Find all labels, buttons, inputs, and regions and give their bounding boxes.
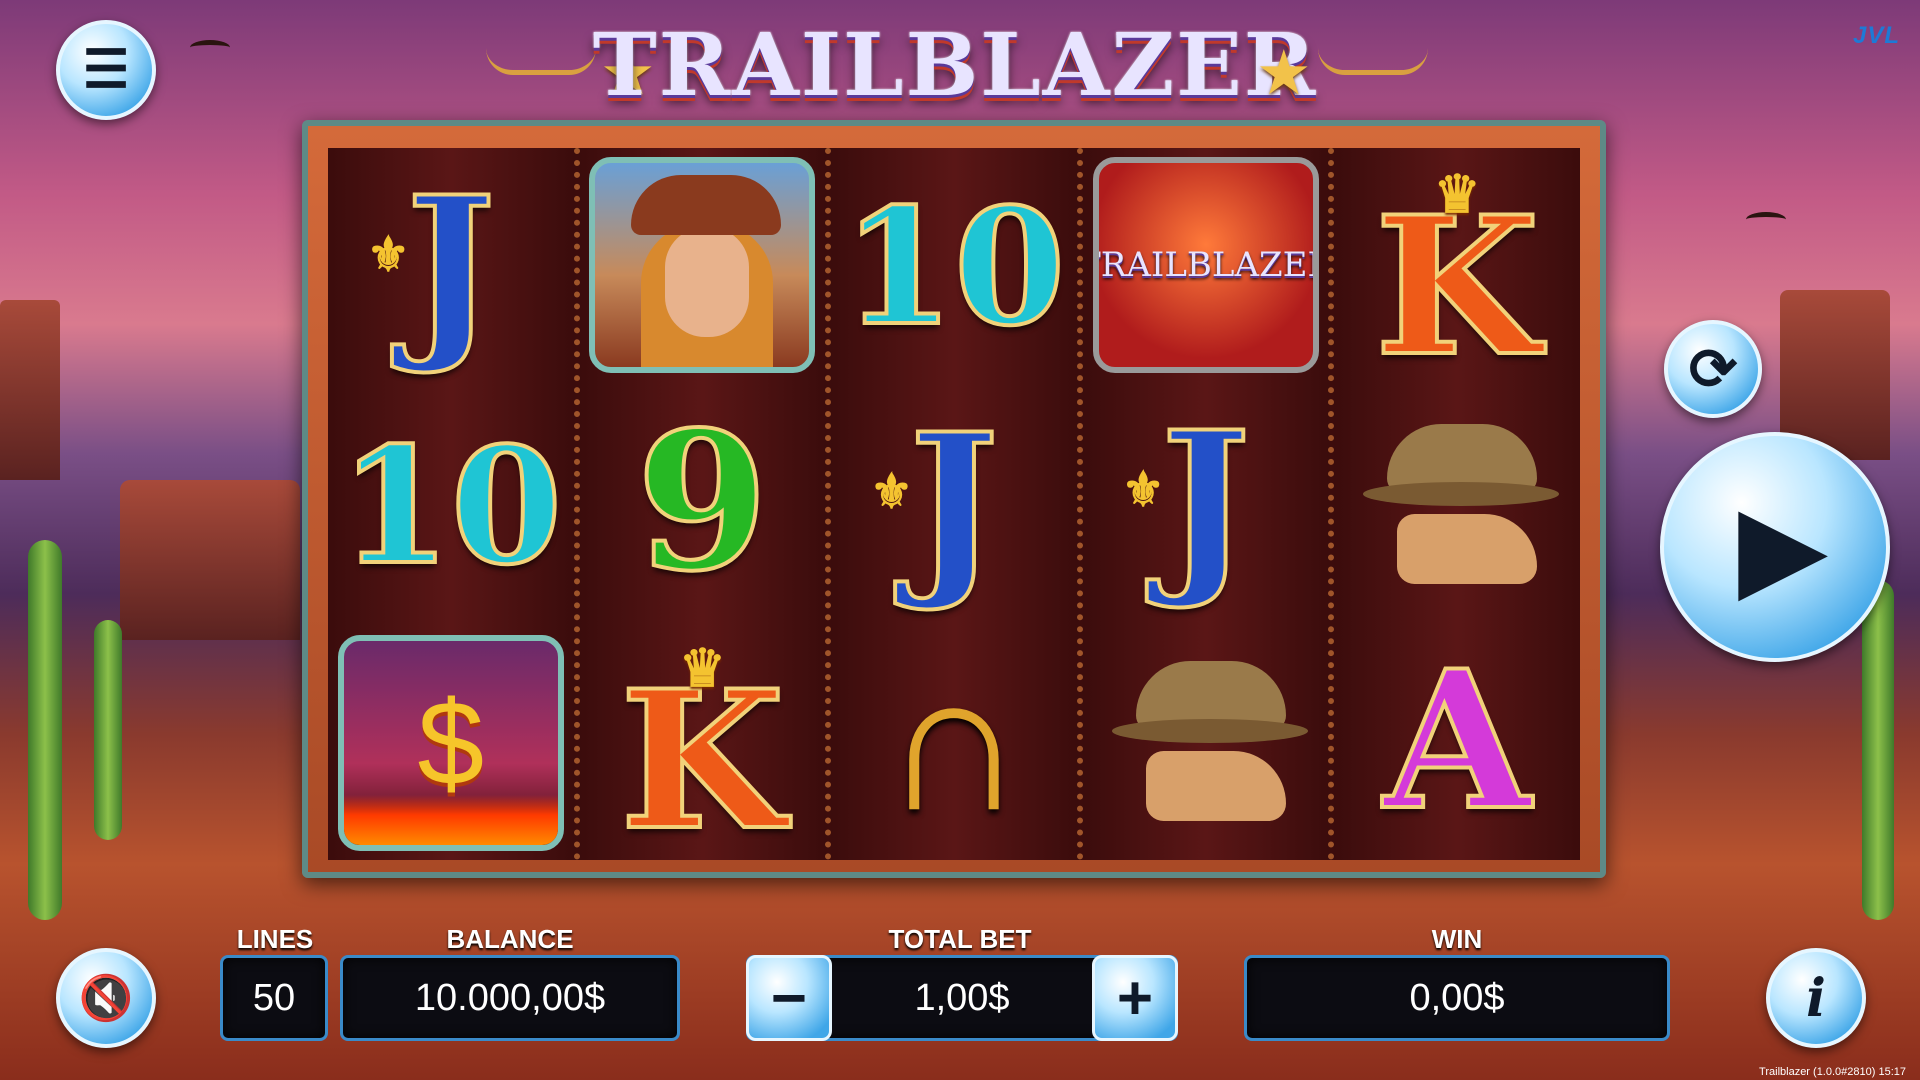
total-bet-label: TOTAL BET [888,924,1032,954]
plus-icon: + [1116,963,1154,1033]
hamburger-menu-icon: ☰ [82,41,130,99]
total-bet-value: 1,00$ [914,976,1010,1019]
symbol-k: ♛ K [618,639,787,872]
symbol-a: A [1381,629,1532,853]
brand-logo: JVL [1852,22,1900,49]
horseshoe-icon: ∩ [881,629,1027,853]
win-value: 0,00$ [1244,955,1670,1041]
reels-area: ⚜ J 10 $ 9 ♛ K 10 ⚜ J ∩ RAILBLAZER ⚜ J ♛… [328,148,1580,860]
cowboy-hat-icon [631,175,782,236]
info-icon: i [1806,967,1826,1029]
crown-icon: ♛ [1433,165,1481,224]
boot-icon [1145,750,1286,821]
symbol-k: ♛ K [1373,165,1542,398]
title-star-icon: ★ [1256,39,1312,108]
sound-button[interactable]: 🔇 [56,948,156,1048]
symbol-j: ⚜ J [869,391,1001,615]
dollar-icon: $ [417,675,485,810]
play-icon: ▶ [1739,486,1825,609]
reel-1: ⚜ J 10 $ [328,148,580,860]
increase-bet-button[interactable]: + [1092,955,1178,1041]
sound-muted-icon: 🔇 [78,974,134,1023]
boot-icon [1397,513,1538,584]
symbol-cowgirl [589,157,816,374]
menu-button[interactable]: ☰ [56,20,156,120]
crown-icon: ♛ [679,639,726,698]
symbol-hat-and-boots [1347,394,1567,614]
decrease-bet-button[interactable]: − [746,955,832,1041]
fleur-de-lis-icon: ⚜ [366,229,410,283]
reel-5: ♛ K A [1334,148,1580,860]
title-left-swirl [486,48,596,75]
lines-label: LINES [236,924,314,954]
mesa-left-2 [120,480,300,640]
fleur-de-lis-icon: ⚜ [1121,463,1165,517]
symbol-j: ⚜ J [1121,389,1253,613]
symbol-9: 9 [634,389,770,613]
symbol-j: ⚜ J [366,155,498,379]
symbol-10: 10 [841,172,1068,361]
symbol-hat-and-boots [1096,631,1316,851]
balance-value: 10.000,00$ [340,955,680,1041]
symbol-trailblazer-logo: TRAILBLAZER [1092,157,1319,374]
bird-icon [190,40,230,55]
lines-value[interactable]: 50 [220,955,328,1041]
reel-4: TRAILBLAZER ⚜ J [1082,148,1335,860]
minus-icon: − [770,963,808,1033]
mesa-left [0,300,60,480]
game-title-logo: TRAILBLAZER [592,14,1318,116]
spin-button[interactable]: ▶ [1660,432,1890,662]
cactus-left-arm [94,620,122,840]
cactus-left [28,540,62,920]
autoplay-button[interactable]: ⟳ [1664,320,1762,418]
bird-icon [1746,212,1786,227]
autoplay-refresh-icon: ⟳ [1688,337,1738,402]
symbol-10: 10 [337,411,564,600]
title-right-swirl [1318,48,1428,75]
reel-3: 10 ⚜ J ∩ [831,148,1083,860]
cactus-right [1862,580,1894,920]
balance-label: BALANCE [446,924,574,954]
version-text: Trailblazer (1.0.0#2810) 15:17 [1759,1066,1906,1078]
fire-icon [343,794,558,845]
symbol-horseshoe: ∩ [844,629,1064,852]
fleur-de-lis-icon: ⚜ [869,465,914,519]
symbol-dollar-bonus: $ [337,634,564,851]
win-label: WIN [1431,924,1483,954]
reel-2: 9 ♛ K [579,148,832,872]
info-button[interactable]: i [1766,948,1866,1048]
